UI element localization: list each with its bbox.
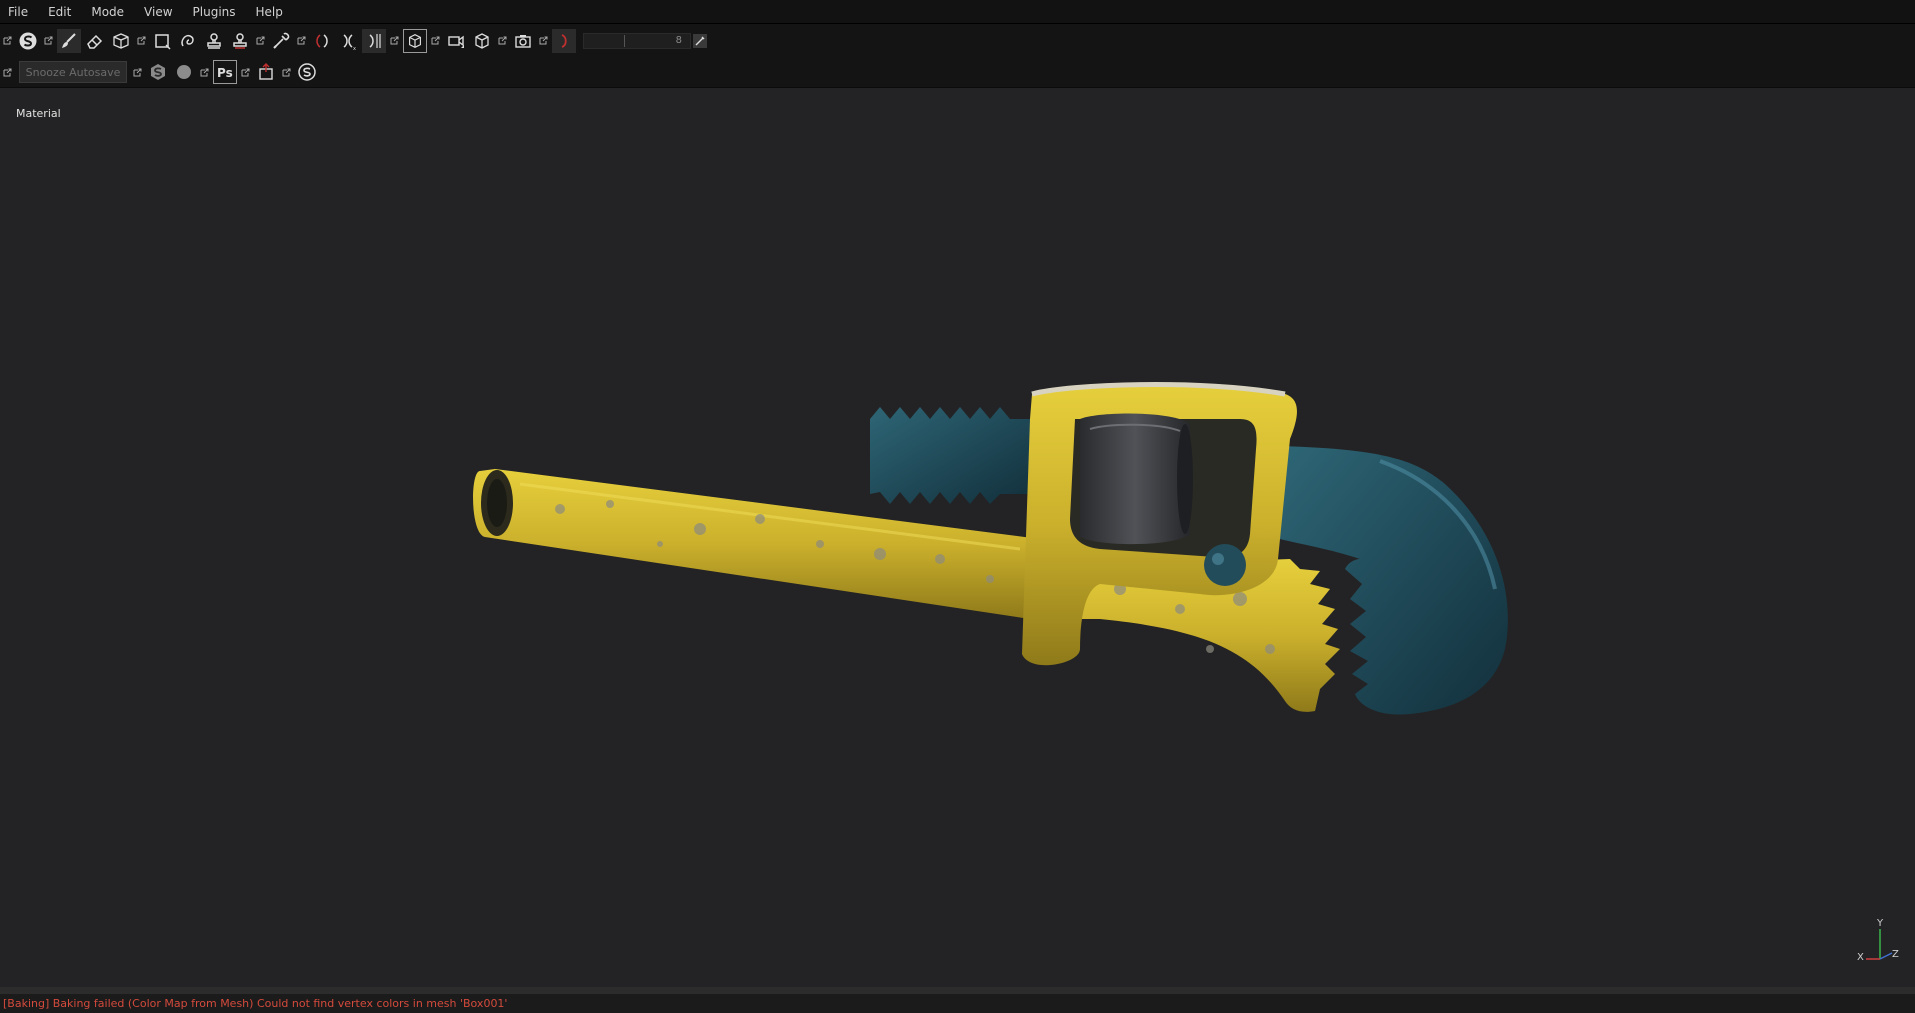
symmetry-icon[interactable] (310, 29, 334, 53)
wrench-pivot-pin (1204, 544, 1246, 586)
edit-pencil-icon[interactable] (692, 29, 708, 53)
popout-icon[interactable] (133, 68, 142, 77)
popout-icon[interactable] (3, 68, 12, 77)
menu-bar: File Edit Mode View Plugins Help (0, 0, 1915, 24)
popout-icon[interactable] (3, 36, 12, 45)
snooze-autosave-button[interactable]: Snooze Autosave (19, 61, 127, 83)
mirror-y-icon[interactable] (362, 28, 386, 53)
popout-icon[interactable] (137, 36, 146, 45)
export-icon[interactable] (254, 60, 278, 84)
clone-stamp-alt-icon[interactable] (228, 29, 252, 53)
pin-highlight (1212, 553, 1224, 565)
substance-logo-icon[interactable] (16, 29, 40, 53)
axis-y-label: Y (1877, 918, 1884, 929)
menu-edit[interactable]: Edit (46, 0, 80, 24)
axis-x-label: X (1857, 952, 1864, 963)
paint-brush-icon[interactable] (57, 28, 81, 53)
clone-stamp-icon[interactable] (202, 29, 226, 53)
popout-icon[interactable] (539, 36, 548, 45)
cube-view-icon[interactable] (470, 29, 494, 53)
mirror-x-icon[interactable]: x (336, 29, 360, 53)
popout-icon[interactable] (390, 36, 399, 45)
video-camera-icon[interactable] (444, 29, 468, 53)
secondary-toolbar: Snooze Autosave Ps (0, 57, 1915, 88)
popout-icon[interactable] (241, 68, 250, 77)
popout-icon[interactable] (256, 36, 265, 45)
svg-text:Ps: Ps (217, 66, 233, 80)
sphere-icon[interactable] (172, 60, 196, 84)
popout-icon[interactable] (498, 36, 507, 45)
menu-help[interactable]: Help (254, 0, 292, 24)
smudge-icon[interactable] (176, 29, 200, 53)
painter-window: File Edit Mode View Plugins Help x 8 Sno… (0, 0, 1915, 1013)
menu-mode[interactable]: Mode (89, 0, 133, 24)
photoshop-icon[interactable]: Ps (213, 60, 237, 84)
slider-tick (624, 34, 625, 47)
popout-icon[interactable] (297, 36, 306, 45)
light-ring-icon[interactable] (552, 28, 576, 53)
axis-gizmo: Y X Z (1854, 918, 1904, 965)
wrench-rack-bar (870, 407, 1030, 504)
popout-icon[interactable] (44, 36, 53, 45)
polygon-fill-icon[interactable] (150, 29, 174, 53)
menu-file[interactable]: File (6, 0, 37, 24)
popout-icon[interactable] (200, 68, 209, 77)
status-error-message: [Baking] Baking failed (Color Map from M… (3, 997, 508, 1010)
axis-z-label: Z (1892, 949, 1899, 960)
menu-plugins[interactable]: Plugins (191, 0, 245, 24)
status-bar: [Baking] Baking failed (Color Map from M… (0, 987, 1915, 1013)
brush-size-slider[interactable]: 8 (583, 32, 691, 49)
substance-s-icon[interactable] (146, 60, 170, 84)
wrench-adjustment-roller (1080, 413, 1193, 545)
svg-text:x: x (353, 46, 356, 51)
popout-icon[interactable] (282, 68, 291, 77)
eraser-icon[interactable] (83, 29, 107, 53)
menu-view[interactable]: View (142, 0, 181, 24)
color-picker-icon[interactable] (269, 29, 293, 53)
screenshot-camera-icon[interactable] (511, 29, 535, 53)
projection-icon[interactable] (109, 29, 133, 53)
slider-value: 8 (675, 35, 682, 46)
3d-viewport[interactable]: Material Y X Z (0, 89, 1915, 987)
popout-icon[interactable] (431, 36, 440, 45)
main-toolbar: x 8 (0, 24, 1915, 57)
substance-share-icon[interactable] (295, 60, 319, 84)
pipe-wrench-model (473, 382, 1508, 715)
camera-view-icon[interactable] (403, 28, 427, 53)
